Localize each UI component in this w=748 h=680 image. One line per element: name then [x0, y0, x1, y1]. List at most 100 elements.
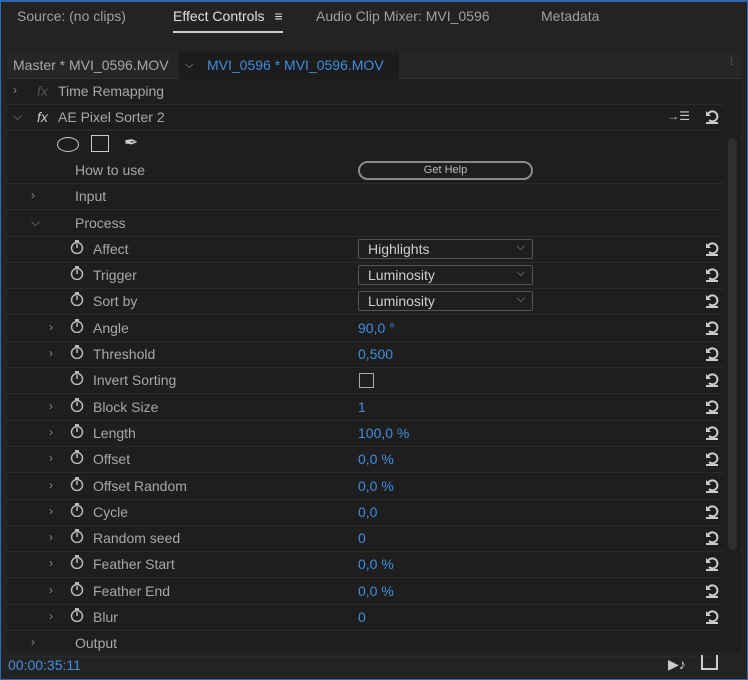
reset-icon[interactable] — [704, 398, 720, 414]
chevron-right-icon[interactable]: › — [49, 451, 53, 465]
how-to-use-row[interactable]: How to use Get Help — [7, 158, 724, 184]
stopwatch-icon[interactable] — [70, 318, 84, 333]
param-dropdown[interactable]: Luminosity ⌵ — [358, 291, 533, 312]
stopwatch-icon[interactable] — [70, 239, 84, 255]
stopwatch-icon[interactable] — [70, 555, 84, 570]
param-length[interactable]: › Length 100,0 % — [7, 421, 724, 447]
effect-pixel-sorter[interactable]: ⌵ fx AE Pixel Sorter 2 →☰ — [7, 105, 724, 132]
timecode[interactable]: 00:00:35:11 — [8, 657, 81, 673]
stopwatch-icon[interactable] — [70, 581, 84, 596]
param-value[interactable]: 0,0 % — [358, 583, 394, 599]
param-feather-start[interactable]: › Feather Start 0,0 % — [7, 552, 724, 579]
reset-icon[interactable] — [704, 371, 720, 388]
param-value[interactable]: 0,0 % — [358, 556, 394, 572]
ellipse-mask-icon[interactable] — [57, 136, 79, 152]
param-blur[interactable]: › Blur 0 — [7, 605, 724, 631]
reset-icon[interactable] — [704, 555, 720, 572]
fx-icon[interactable]: fx — [37, 109, 48, 125]
chevron-right-icon[interactable]: › — [31, 188, 35, 202]
stopwatch-icon[interactable] — [70, 423, 84, 439]
reset-icon[interactable] — [704, 319, 720, 335]
export-icon[interactable] — [701, 655, 718, 670]
get-help-button[interactable]: Get Help — [358, 160, 533, 180]
param-value[interactable]: 0,500 — [358, 346, 393, 362]
stopwatch-icon[interactable] — [70, 345, 84, 360]
tab-audio-clip-mixer[interactable]: Audio Clip Mixer: MVI_0596 — [316, 8, 490, 24]
param-random-seed[interactable]: › Random seed 0 — [7, 526, 724, 553]
stopwatch-icon[interactable] — [70, 450, 84, 465]
stopwatch-icon[interactable] — [70, 292, 84, 307]
reset-icon[interactable] — [704, 424, 720, 440]
stopwatch-icon[interactable] — [70, 529, 84, 544]
stopwatch-icon[interactable] — [70, 476, 84, 491]
reset-icon[interactable] — [704, 292, 720, 309]
reset-icon[interactable] — [704, 503, 720, 519]
chevron-right-icon[interactable]: › — [49, 425, 53, 439]
reset-icon[interactable] — [704, 240, 720, 256]
chevron-right-icon[interactable]: › — [13, 83, 17, 97]
reset-icon[interactable] — [704, 108, 720, 125]
chevron-right-icon[interactable]: › — [49, 583, 53, 597]
reset-icon[interactable] — [704, 345, 720, 361]
param-value[interactable]: 100,0 % — [358, 425, 409, 441]
param-offset-random[interactable]: › Offset Random 0,0 % — [7, 474, 724, 500]
param-value[interactable]: 0,0 % — [358, 451, 394, 467]
tab-effect-controls[interactable]: Effect Controls ≡ — [173, 8, 283, 33]
stopwatch-icon[interactable] — [70, 371, 84, 386]
param-value[interactable]: 0,0 % — [358, 478, 394, 494]
param-cycle[interactable]: › Cycle 0,0 — [7, 500, 724, 526]
export-list-icon[interactable]: →☰ — [667, 109, 690, 123]
param-value[interactable]: 0,0 — [358, 504, 377, 520]
param-threshold[interactable]: › Threshold 0,500 — [7, 342, 724, 368]
tab-source[interactable]: Source: (no clips) — [17, 8, 126, 24]
master-clip-label[interactable]: Master * MVI_0596.MOV — [13, 57, 169, 73]
param-invert-sorting[interactable]: Invert Sorting — [7, 368, 724, 395]
chevron-right-icon[interactable]: › — [49, 609, 53, 623]
param-value[interactable]: 0 — [358, 530, 366, 546]
param-value[interactable]: 90,0 ° — [358, 320, 395, 336]
tab-metadata[interactable]: Metadata — [541, 8, 599, 24]
param-sort-by[interactable]: Sort by Luminosity ⌵ — [7, 289, 724, 316]
menu-icon[interactable]: ≡ — [274, 8, 282, 24]
stopwatch-icon[interactable] — [70, 266, 84, 281]
grip-icon[interactable]: ⁞ — [730, 57, 733, 68]
reset-icon[interactable] — [704, 477, 720, 493]
chevron-right-icon[interactable]: › — [49, 556, 53, 570]
group-input[interactable]: › Input — [7, 184, 724, 211]
param-value[interactable]: 1 — [358, 399, 366, 415]
chevron-right-icon[interactable]: › — [49, 530, 53, 544]
pen-mask-icon[interactable]: ✒ — [124, 133, 138, 153]
param-feather-end[interactable]: › Feather End 0,0 % — [7, 579, 724, 605]
reset-icon[interactable] — [704, 529, 720, 546]
stopwatch-icon[interactable] — [70, 502, 84, 518]
chevron-right-icon[interactable]: › — [49, 478, 53, 492]
param-affect[interactable]: Affect Highlights ⌵ — [7, 237, 724, 263]
param-value[interactable]: 0 — [358, 609, 366, 625]
param-dropdown[interactable]: Highlights ⌵ — [358, 238, 533, 259]
clip-selector[interactable]: ⌵ MVI_0596 * MVI_0596.MOV — [179, 52, 399, 79]
param-dropdown[interactable]: Luminosity ⌵ — [358, 265, 533, 286]
reset-icon[interactable] — [704, 608, 720, 624]
chevron-right-icon[interactable]: › — [49, 504, 53, 518]
chevron-right-icon[interactable]: › — [49, 399, 53, 413]
reset-icon[interactable] — [704, 266, 720, 283]
group-output[interactable]: › Output — [7, 631, 724, 658]
play-audio-icon[interactable]: ▶♪ — [668, 656, 686, 673]
effect-time-remapping[interactable]: › fx Time Remapping — [7, 79, 724, 105]
stopwatch-icon[interactable] — [70, 608, 84, 623]
rectangle-mask-icon[interactable] — [91, 134, 109, 152]
chevron-down-icon[interactable]: ⌵ — [31, 215, 40, 230]
reset-icon[interactable] — [704, 582, 720, 598]
group-process[interactable]: ⌵ Process — [7, 211, 724, 237]
param-angle[interactable]: › Angle 90,0 ° — [7, 316, 724, 342]
chevron-right-icon[interactable]: › — [49, 320, 53, 334]
param-trigger[interactable]: Trigger Luminosity ⌵ — [7, 263, 724, 290]
scrollbar[interactable] — [728, 138, 737, 550]
param-checkbox[interactable] — [359, 373, 374, 389]
param-block-size[interactable]: › Block Size 1 — [7, 395, 724, 421]
chevron-right-icon[interactable]: › — [31, 635, 35, 649]
chevron-down-icon[interactable]: ⌵ — [13, 109, 22, 124]
mask-tools[interactable]: ✒ — [7, 132, 724, 158]
reset-icon[interactable] — [704, 450, 720, 467]
stopwatch-icon[interactable] — [70, 397, 84, 412]
